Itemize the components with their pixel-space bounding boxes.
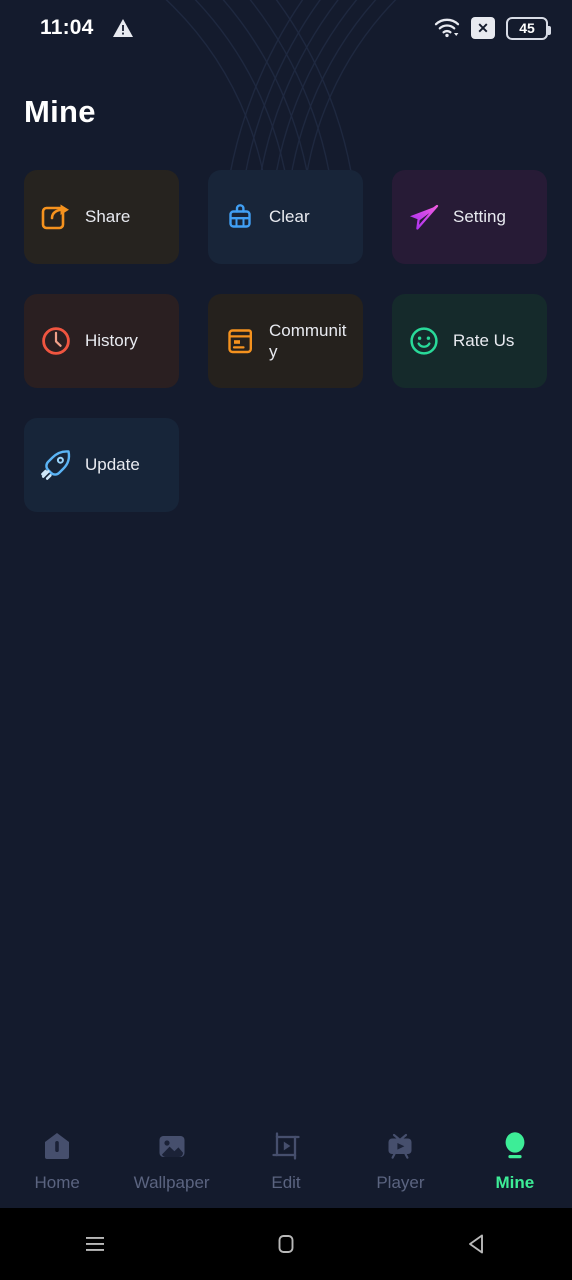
nav-item-label: Wallpaper	[133, 1172, 210, 1192]
rocket-icon	[38, 447, 74, 483]
recents-icon[interactable]	[0, 1227, 191, 1261]
grid-item-label: Share	[85, 207, 131, 227]
tv-play-icon	[384, 1128, 416, 1164]
grid-item-history[interactable]: History	[24, 294, 179, 388]
grid-item-label: Update	[85, 455, 140, 475]
nav-item-label: Mine	[495, 1172, 535, 1192]
person-icon	[499, 1128, 531, 1164]
no-sim-icon: ✕	[471, 17, 495, 39]
status-bar-right: ✕ 45	[434, 16, 551, 40]
grid-item-label: Clear	[269, 207, 310, 227]
home-icon	[41, 1128, 73, 1164]
nav-item-mine[interactable]: Mine	[458, 1128, 572, 1193]
feature-grid: Share Clear Setting History Community Ra…	[24, 170, 548, 512]
wifi-icon	[434, 18, 460, 38]
paper-plane-icon	[406, 199, 442, 235]
status-time: 11:04	[40, 16, 94, 39]
smiley-icon	[406, 323, 442, 359]
nav-item-wallpaper[interactable]: Wallpaper	[114, 1128, 228, 1193]
nav-item-home[interactable]: Home	[0, 1128, 114, 1193]
nav-item-label: Home	[34, 1172, 80, 1192]
nav-item-label: Edit	[271, 1172, 301, 1192]
status-bar-left: 11:04	[40, 16, 134, 40]
book-icon	[222, 323, 258, 359]
grid-item-community[interactable]: Community	[208, 294, 363, 388]
grid-item-clear[interactable]: Clear	[208, 170, 363, 264]
crop-play-icon	[270, 1128, 302, 1164]
bottom-navigation: Home Wallpaper Edit Player Mine	[0, 1112, 572, 1208]
grid-item-label: Rate Us	[453, 331, 515, 351]
grid-item-label: Community	[269, 320, 347, 361]
share-icon	[38, 199, 74, 235]
warning-triangle-icon	[112, 19, 133, 37]
grid-item-label: History	[85, 331, 138, 351]
grid-item-update[interactable]: Update	[24, 418, 179, 512]
battery-indicator: 45	[506, 16, 551, 40]
grid-item-share[interactable]: Share	[24, 170, 179, 264]
nav-item-player[interactable]: Player	[343, 1128, 457, 1193]
broom-icon	[222, 199, 258, 235]
app-screen: 11:04 ✕ 45 Mine Share Clear Setting Hist…	[0, 0, 572, 1280]
back-triangle-icon[interactable]	[381, 1227, 572, 1261]
clock-icon	[38, 323, 74, 359]
grid-item-setting[interactable]: Setting	[392, 170, 547, 264]
grid-item-rate-us[interactable]: Rate Us	[392, 294, 547, 388]
nav-item-label: Player	[376, 1172, 425, 1192]
status-bar: 11:04 ✕ 45	[0, 0, 572, 56]
home-square-icon[interactable]	[191, 1227, 382, 1261]
system-navigation-bar	[0, 1208, 572, 1280]
nav-item-edit[interactable]: Edit	[229, 1128, 343, 1193]
image-icon	[156, 1128, 188, 1164]
grid-item-label: Setting	[453, 207, 506, 227]
page-title: Mine	[24, 94, 96, 129]
